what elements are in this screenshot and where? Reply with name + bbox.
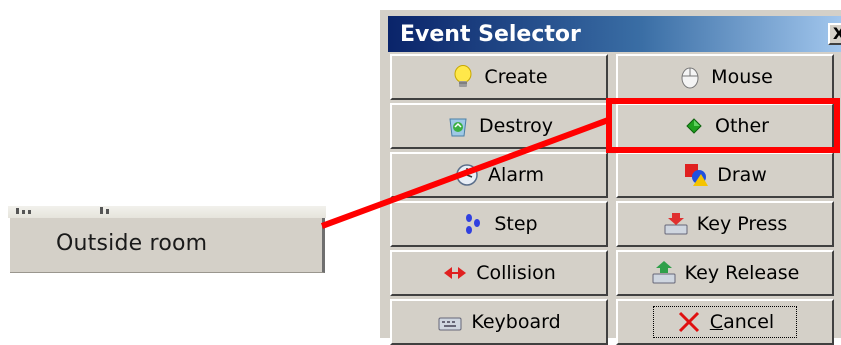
alarm-button[interactable]: Alarm <box>390 152 608 198</box>
mouse-button[interactable]: Mouse <box>616 54 834 100</box>
create-button[interactable]: Create <box>390 54 608 100</box>
draw-button[interactable]: Draw <box>616 152 834 198</box>
cropped-text-fragment <box>16 207 109 214</box>
draw-label: Draw <box>717 164 767 186</box>
collision-arrows-icon <box>442 260 468 286</box>
collision-label: Collision <box>476 262 556 284</box>
green-diamond-icon <box>681 113 707 139</box>
recycle-bin-icon <box>445 113 471 139</box>
menu-item-outside-room[interactable]: Outside room <box>56 231 207 256</box>
key-release-label: Key Release <box>684 262 800 284</box>
step-button[interactable]: Step <box>390 201 608 247</box>
context-menu: Outside room <box>10 218 325 273</box>
event-button-grid: Create Mouse Destroy Other Alarm Draw St… <box>388 54 841 345</box>
lightbulb-icon <box>450 64 476 90</box>
cancel-label-rest: ancel <box>723 311 775 333</box>
keyboard-down-icon <box>663 211 689 237</box>
cancel-label: Cancel <box>710 311 774 333</box>
clock-icon <box>454 162 480 188</box>
close-button[interactable]: X <box>828 23 841 45</box>
collision-button[interactable]: Collision <box>390 250 608 296</box>
red-x-icon <box>676 309 702 335</box>
key-release-button[interactable]: Key Release <box>616 250 834 296</box>
destroy-label: Destroy <box>479 115 553 137</box>
dialog-title: Event Selector <box>400 22 581 47</box>
create-label: Create <box>484 66 548 88</box>
shapes-icon <box>683 162 709 188</box>
cancel-accesskey: C <box>709 311 724 333</box>
keyboard-icon <box>437 309 463 335</box>
other-label: Other <box>715 115 769 137</box>
key-press-button[interactable]: Key Press <box>616 201 834 247</box>
other-button[interactable]: Other <box>616 103 834 149</box>
alarm-label: Alarm <box>488 164 544 186</box>
mouse-label: Mouse <box>711 66 773 88</box>
key-press-label: Key Press <box>696 213 788 235</box>
footsteps-icon <box>460 211 486 237</box>
cancel-focus-rect: Cancel <box>652 306 798 338</box>
step-label: Step <box>494 213 538 235</box>
destroy-button[interactable]: Destroy <box>390 103 608 149</box>
title-bar[interactable]: Event Selector X <box>388 16 841 52</box>
keyboard-button[interactable]: Keyboard <box>390 299 608 345</box>
mouse-icon <box>677 64 703 90</box>
keyboard-label: Keyboard <box>471 311 561 333</box>
keyboard-up-icon <box>651 260 677 286</box>
cancel-button[interactable]: Cancel <box>616 299 834 345</box>
event-selector-dialog: Event Selector X Create Mouse Destroy Ot… <box>380 10 841 345</box>
